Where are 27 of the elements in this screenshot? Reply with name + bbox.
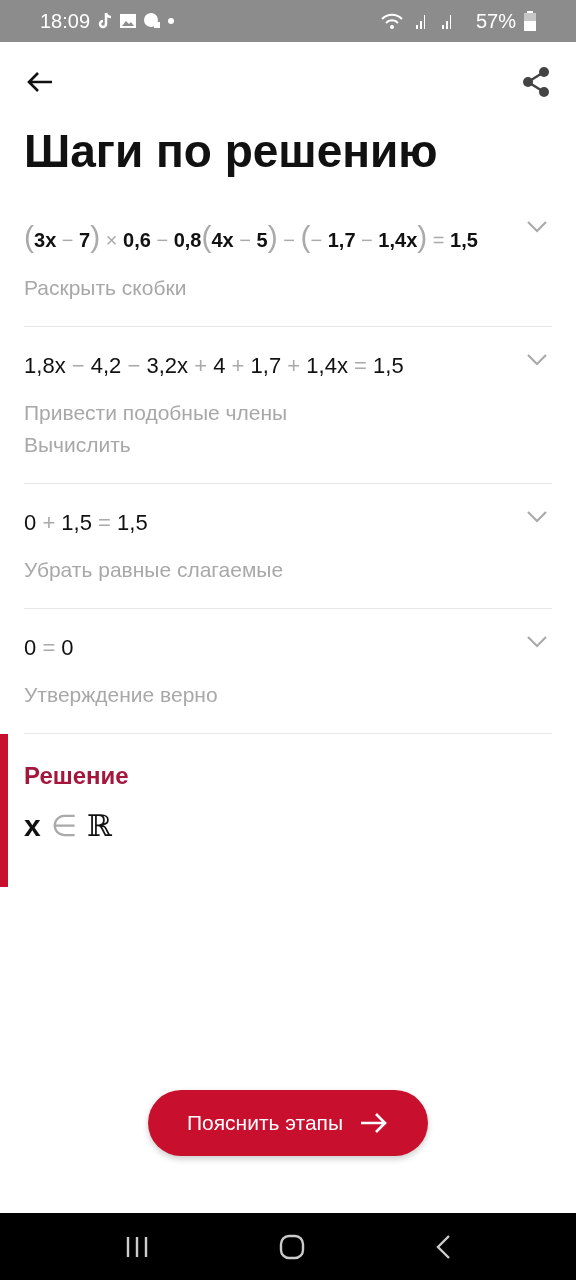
math-expression: 0 = 0 bbox=[24, 635, 75, 661]
image-icon bbox=[120, 14, 137, 28]
math-expression: 1,8x − 4,2 − 3,2x + 4 + 1,7 + 1,4x = 1,5 bbox=[24, 353, 405, 379]
back-arrow-icon[interactable] bbox=[26, 70, 54, 94]
math-expression: 0 + 1,5 = 1,5 bbox=[24, 510, 149, 536]
share-icon[interactable] bbox=[522, 67, 550, 97]
step-description: Раскрыть скобки bbox=[24, 275, 188, 301]
dot-icon bbox=[168, 18, 175, 24]
solution-heading: Решение bbox=[24, 762, 130, 790]
step-description: Привести подобные члены bbox=[24, 400, 289, 426]
battery-percent: 57% bbox=[475, 9, 516, 33]
battery-icon bbox=[524, 11, 536, 31]
step-description: Убрать равные слагаемые bbox=[24, 557, 285, 583]
chat-icon bbox=[144, 13, 161, 29]
step-description: Утверждение верно bbox=[24, 682, 219, 708]
page-title: Шаги по решению bbox=[23, 124, 439, 179]
recent-apps-icon[interactable] bbox=[125, 1235, 149, 1258]
music-note-icon bbox=[98, 11, 113, 31]
explain-steps-button[interactable]: Пояснить этапы bbox=[148, 1090, 428, 1156]
real-numbers-symbol: ℝ bbox=[86, 808, 112, 843]
math-expression: (3x − 7) × 0,6 − 0,8(4x − 5) − (− 1,7 − 1,4x) = 1,5 bbox=[24, 220, 479, 254]
back-nav-icon[interactable] bbox=[435, 1233, 451, 1260]
step-description: Вычислить bbox=[24, 432, 132, 458]
element-of-symbol: ∈ bbox=[50, 808, 77, 843]
home-icon[interactable] bbox=[279, 1233, 305, 1260]
solution-variable: x bbox=[24, 808, 41, 843]
status-time: 18:09 bbox=[40, 9, 91, 33]
